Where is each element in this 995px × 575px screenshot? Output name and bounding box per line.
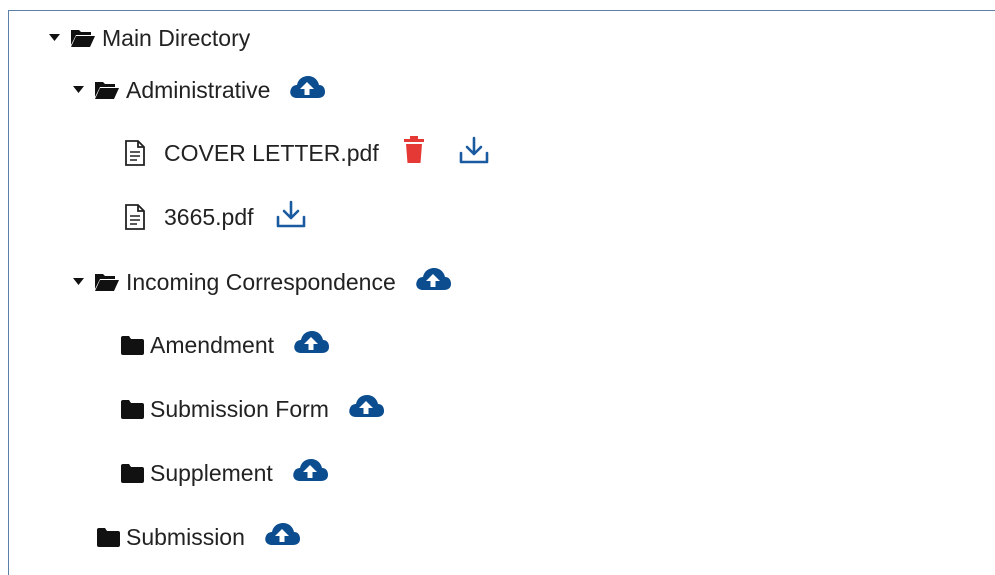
cloud-upload-icon[interactable]: [292, 329, 330, 361]
file-name[interactable]: COVER LETTER.pdf: [164, 137, 379, 169]
tree-node-label[interactable]: Submission: [126, 521, 245, 553]
caret-down-icon[interactable]: [73, 278, 84, 286]
tree-node-label[interactable]: Submission Form: [150, 393, 329, 425]
download-icon[interactable]: [276, 200, 306, 234]
cloud-upload-icon[interactable]: [414, 266, 452, 298]
tree-node-label[interactable]: Amendment: [150, 329, 274, 361]
download-icon[interactable]: [459, 136, 489, 170]
file-icon: [124, 140, 146, 166]
tree-node-main-directory[interactable]: Main Directory: [49, 22, 250, 54]
cloud-upload-icon[interactable]: [347, 393, 385, 425]
cloud-upload-icon[interactable]: [263, 521, 301, 553]
cloud-upload-icon[interactable]: [288, 74, 326, 106]
caret-down-icon[interactable]: [73, 86, 84, 94]
file-row-3665: 3665.pdf: [124, 200, 306, 234]
folder-icon: [97, 527, 120, 547]
trash-icon[interactable]: [403, 136, 425, 170]
tree-node-label[interactable]: Supplement: [150, 457, 273, 489]
caret-down-icon[interactable]: [49, 34, 60, 42]
folder-icon: [121, 399, 144, 419]
folder-icon: [121, 463, 144, 483]
tree-node-label: Main Directory: [102, 25, 251, 51]
tree-node-administrative: Administrative: [73, 74, 326, 106]
tree-node-label[interactable]: Administrative: [126, 74, 270, 106]
file-icon: [124, 204, 146, 230]
directory-tree-panel: Main Directory Administrative COVER LETT…: [8, 10, 995, 575]
cloud-upload-icon[interactable]: [291, 457, 329, 489]
file-row-cover-letter: COVER LETTER.pdf: [124, 136, 489, 170]
tree-node-submission-form: Submission Form: [121, 393, 385, 425]
file-name[interactable]: 3665.pdf: [164, 201, 254, 233]
tree-node-supplement: Supplement: [121, 457, 329, 489]
folder-open-icon: [94, 80, 120, 100]
tree-node-amendment: Amendment: [121, 329, 330, 361]
folder-open-icon: [94, 272, 120, 292]
tree-node-submission: Submission: [97, 521, 301, 553]
folder-icon: [121, 335, 144, 355]
tree-node-label[interactable]: Incoming Correspondence: [126, 266, 396, 298]
folder-open-icon: [70, 28, 96, 48]
tree-node-incoming-correspondence: Incoming Correspondence: [73, 266, 452, 298]
